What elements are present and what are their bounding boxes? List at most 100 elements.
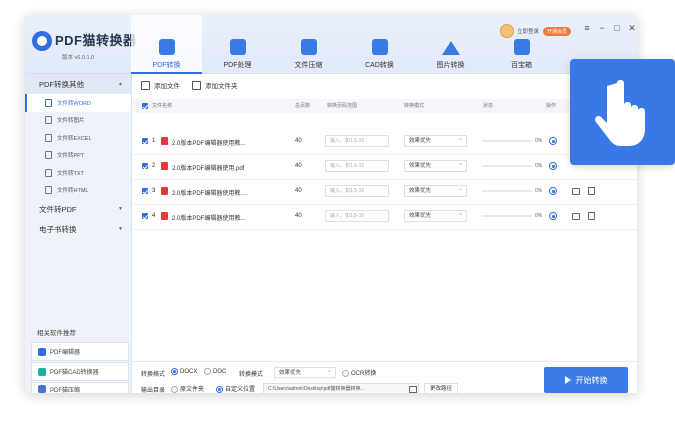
doc-radio[interactable]: DOC	[204, 368, 226, 375]
tab-label: PDF处理	[223, 62, 252, 69]
vip-button[interactable]: 开通会员	[543, 26, 572, 36]
folder-icon[interactable]	[572, 213, 580, 220]
custom-location-radio[interactable]: 自定义位置	[216, 384, 255, 393]
recommend-label: PDF猫CAD转换器	[50, 370, 99, 376]
progress-percent: 0%	[535, 213, 543, 219]
doc-label: DOC	[213, 369, 227, 376]
row-checkbox[interactable]	[142, 163, 148, 169]
page-range-input[interactable]: 输入，如1,5-10	[325, 135, 389, 147]
action-radio[interactable]	[549, 212, 557, 220]
action-radio[interactable]	[549, 137, 557, 145]
row-checkbox[interactable]	[142, 213, 148, 219]
recommend-cad-converter[interactable]: PDF猫CAD转换器	[31, 362, 129, 381]
add-folder-button[interactable]: 添加文件夹	[192, 80, 238, 90]
radio-unchecked	[171, 385, 178, 393]
table-row: 2 2.0版本PDF编辑器使用.pdf 40 输入，如1,5-10 效果优先 0…	[132, 155, 637, 180]
select-all-checkbox[interactable]	[142, 103, 148, 109]
delete-icon[interactable]	[588, 212, 595, 220]
sidebar-item-to-txt[interactable]: 文件转TXT	[25, 164, 131, 182]
page-count: 40	[295, 188, 302, 194]
ocr-radio[interactable]: OCR转换	[342, 368, 376, 377]
sidebar-item-to-image[interactable]: 文件转图片	[25, 112, 131, 130]
add-file-icon	[141, 80, 150, 90]
table-header: 文件名称 总页数 转换页码范围 转换模式 状态 操作	[132, 99, 637, 113]
recommend-pdf-editor[interactable]: PDF编辑器	[31, 342, 129, 361]
document-icon	[45, 116, 52, 125]
sidebar-section-pdf-to-other[interactable]: PDF转换其他 ▲	[25, 74, 131, 94]
tab-label: 图片转换	[436, 62, 465, 69]
sidebar-item-to-word[interactable]: 文件转WORD	[25, 94, 131, 112]
app-title: PDF猫转换器	[55, 33, 137, 48]
action-radio[interactable]	[549, 162, 557, 170]
progress-bar	[482, 165, 532, 167]
mode-select[interactable]: 效果优先	[404, 159, 467, 172]
maximize-icon[interactable]: □	[613, 24, 621, 33]
avatar[interactable]	[500, 24, 514, 38]
delete-icon[interactable]	[588, 187, 595, 195]
section-label: PDF转换其他	[39, 79, 84, 89]
recommend-compress[interactable]: PDF猫压缩	[31, 382, 129, 393]
row-checkbox[interactable]	[142, 188, 148, 194]
section-label: 文件转PDF	[39, 204, 77, 214]
mode-label: 转换模式	[239, 372, 264, 378]
main-panel: 添加文件 添加文件夹 文件名称 总页数 转换页码范围 转换模式 状态 操作 1 …	[132, 74, 637, 393]
footer-bar: 转换格式 DOCX DOC 转换模式 效果优先 OCR转换 输出目录 原文件夹 …	[132, 361, 637, 393]
action-radio[interactable]	[549, 187, 557, 195]
page-range-input[interactable]: 输入，如1,5-10	[325, 160, 389, 172]
page-count: 40	[295, 138, 302, 144]
tab-image-convert[interactable]: 图片转换	[415, 15, 486, 73]
original-folder-radio[interactable]: 原文件夹	[171, 384, 204, 393]
recommend-title: 相关软件推荐	[37, 330, 76, 337]
file-name: 2.0版本PDF编辑器使用.pdf	[172, 166, 245, 172]
mode-select[interactable]: 效果优先	[404, 209, 467, 222]
mode-select[interactable]: 效果优先	[404, 184, 467, 197]
tab-file-compress[interactable]: 文件压缩	[273, 15, 344, 73]
sidebar-item-to-html[interactable]: 文件转HTML	[25, 182, 131, 200]
row-number: 1	[152, 138, 156, 144]
minimize-icon[interactable]: −	[598, 24, 606, 33]
sidebar-item-label: 文件转HTML	[57, 188, 89, 195]
tab-pdf-process[interactable]: PDF处理	[202, 15, 273, 73]
document-icon	[45, 133, 52, 142]
progress-bar	[482, 190, 532, 192]
col-name: 文件名称	[152, 103, 173, 109]
menu-icon[interactable]: ≡	[583, 24, 591, 33]
tab-cad-convert[interactable]: CAD转换	[344, 15, 415, 73]
start-convert-button[interactable]: 开始转换	[544, 367, 628, 393]
pdf-file-icon	[161, 162, 168, 170]
sidebar-item-label: 文件转WORD	[57, 100, 91, 107]
tab-label: 百宝箱	[511, 62, 532, 69]
page-range-input[interactable]: 输入，如1,5-10	[325, 185, 389, 197]
table-row: 3 2.0版本PDF编辑器使用教.p... 40 输入，如1,5-10 效果优先…	[132, 180, 637, 205]
add-file-button[interactable]: 添加文件	[141, 80, 180, 90]
close-icon[interactable]: ✕	[628, 24, 636, 33]
col-status: 状态	[483, 103, 494, 109]
tab-pdf-convert[interactable]: PDF转换	[131, 15, 202, 74]
chevron-down-icon: ▼	[118, 206, 123, 212]
header-bar: PDF猫转换器 版本 v6.0.1.0 PDF转换 PDF处理 文件压缩 CAD…	[25, 15, 637, 74]
original-folder-label: 原文件夹	[180, 387, 205, 393]
document-icon	[45, 186, 52, 195]
pdf-file-icon	[161, 137, 168, 145]
sidebar-section-file-to-pdf[interactable]: 文件转PDF ▼	[25, 199, 131, 219]
col-mode: 转换模式	[404, 103, 425, 109]
app-logo-icon	[32, 31, 52, 51]
file-name: 2.0版本PDF编辑器使用教...	[172, 141, 246, 147]
sidebar-item-to-excel[interactable]: 文件转EXCEL	[25, 129, 131, 147]
folder-icon[interactable]	[409, 386, 417, 393]
row-number: 3	[152, 188, 156, 194]
sidebar-item-to-ppt[interactable]: 文件转PPT	[25, 147, 131, 165]
table-row: 4 2.0版本PDF编辑器使用教... 40 输入，如1,5-10 效果优先 0…	[132, 205, 637, 230]
mode-select[interactable]: 效果优先	[404, 134, 467, 147]
login-link[interactable]: 立即登录	[517, 27, 539, 35]
page-range-input[interactable]: 输入，如1,5-10	[325, 210, 389, 222]
sidebar-section-ebook[interactable]: 电子书转换 ▼	[25, 219, 131, 239]
pdf-convert-icon	[158, 39, 175, 55]
row-checkbox[interactable]	[142, 138, 148, 144]
change-path-button[interactable]: 更改路径	[424, 383, 458, 393]
footer-mode-select[interactable]: 效果优先	[274, 366, 336, 378]
output-path-input[interactable]: C:\Users\admin\Desktop\pdf猫转换器转换...	[263, 383, 419, 393]
compress-icon	[38, 385, 46, 393]
docx-radio[interactable]: DOCX	[171, 368, 197, 375]
folder-icon[interactable]	[572, 188, 580, 195]
